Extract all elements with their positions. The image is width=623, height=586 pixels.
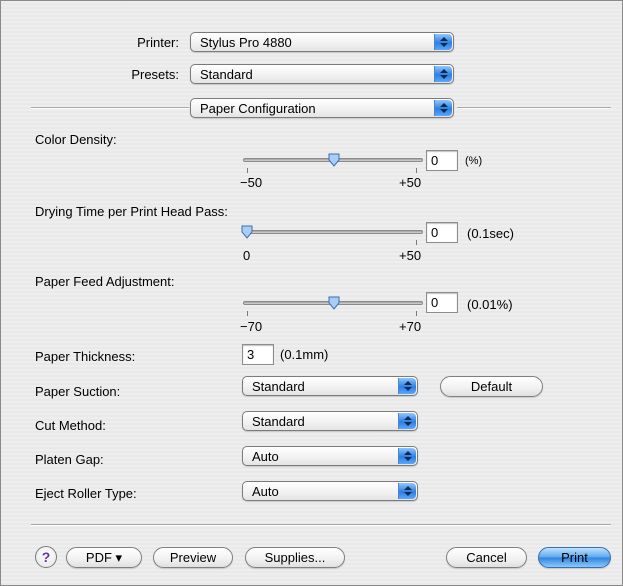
popup-arrows-icon	[434, 34, 452, 50]
eject-roller-label: Eject Roller Type:	[35, 486, 137, 501]
eject-roller-popup[interactable]: Auto	[242, 481, 418, 501]
color-density-min-label: −50	[240, 175, 263, 190]
drying-time-slider-track[interactable]	[243, 230, 423, 234]
paper-thickness-field[interactable]: 3	[242, 344, 274, 365]
popup-arrows-icon	[398, 378, 416, 394]
color-density-label: Color Density:	[35, 132, 117, 147]
slider-tick	[247, 168, 248, 173]
panel-popup[interactable]: Paper Configuration	[190, 98, 454, 118]
drying-time-unit: (0.1sec)	[467, 226, 514, 241]
paper-feed-min-label: −70	[240, 319, 263, 334]
cancel-button[interactable]: Cancel	[446, 547, 527, 568]
platen-gap-value: Auto	[252, 449, 279, 464]
paper-feed-field[interactable]: 0	[426, 292, 458, 313]
color-density-field[interactable]: 0	[426, 150, 458, 171]
drying-time-min-label: 0	[243, 248, 251, 263]
printer-popup[interactable]: Stylus Pro 4880	[190, 32, 454, 52]
print-dialog: Printer: Stylus Pro 4880 Presets: Standa…	[0, 0, 623, 586]
eject-roller-value: Auto	[252, 484, 279, 499]
paper-feed-max-label: +70	[399, 319, 422, 334]
color-density-unit: (%)	[465, 155, 483, 167]
supplies-button[interactable]: Supplies...	[245, 547, 345, 568]
slider-tick	[247, 311, 248, 316]
slider-tick	[416, 311, 417, 316]
paper-suction-popup[interactable]: Standard	[242, 376, 418, 396]
drying-time-max-label: +50	[399, 248, 422, 263]
slider-tick	[416, 240, 417, 245]
separator-right	[457, 107, 611, 109]
cut-method-label: Cut Method:	[35, 418, 106, 433]
preview-button[interactable]: Preview	[153, 547, 233, 568]
separator-bottom	[31, 524, 611, 526]
printer-label: Printer:	[137, 35, 179, 50]
slider-tick	[416, 168, 417, 173]
panel-value: Paper Configuration	[200, 101, 316, 116]
presets-label: Presets:	[131, 67, 179, 82]
color-density-max-label: +50	[399, 175, 422, 190]
help-button[interactable]: ?	[35, 546, 57, 568]
cut-method-popup[interactable]: Standard	[242, 411, 418, 431]
popup-arrows-icon	[434, 100, 452, 116]
popup-arrows-icon	[398, 413, 416, 429]
drying-time-slider-thumb[interactable]	[241, 225, 253, 239]
paper-suction-value: Standard	[252, 379, 305, 394]
color-density-slider-thumb[interactable]	[328, 153, 340, 167]
pdf-button[interactable]: PDF ▾	[66, 547, 142, 568]
default-button[interactable]: Default	[440, 376, 543, 397]
printer-value: Stylus Pro 4880	[200, 35, 292, 50]
paper-suction-label: Paper Suction:	[35, 384, 121, 399]
popup-arrows-icon	[434, 66, 452, 82]
separator-left	[31, 107, 189, 109]
platen-gap-popup[interactable]: Auto	[242, 446, 418, 466]
print-button[interactable]: Print	[538, 547, 611, 568]
drying-time-field[interactable]: 0	[426, 222, 458, 243]
platen-gap-label: Platen Gap:	[35, 452, 104, 467]
popup-arrows-icon	[398, 483, 416, 499]
cut-method-value: Standard	[252, 414, 305, 429]
paper-feed-slider-thumb[interactable]	[328, 296, 340, 310]
paper-feed-label: Paper Feed Adjustment:	[35, 274, 175, 289]
paper-thickness-unit: (0.1mm)	[280, 347, 329, 362]
paper-thickness-label: Paper Thickness:	[35, 349, 136, 364]
paper-feed-unit: (0.01%)	[467, 297, 513, 312]
popup-arrows-icon	[398, 448, 416, 464]
presets-value: Standard	[200, 67, 253, 82]
drying-time-label: Drying Time per Print Head Pass:	[35, 204, 228, 219]
presets-popup[interactable]: Standard	[190, 64, 454, 84]
